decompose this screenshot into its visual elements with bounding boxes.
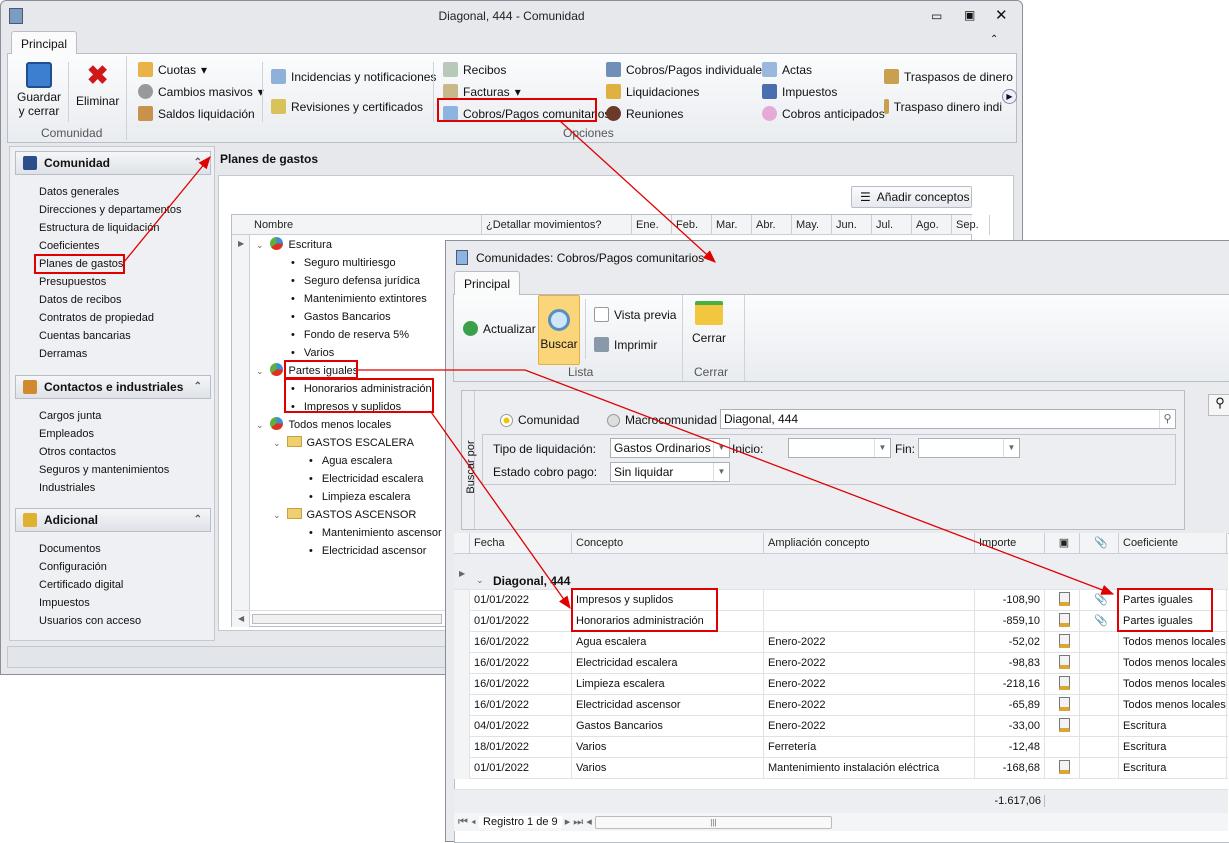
highlight-concepto-cells <box>571 588 718 632</box>
highlight-planes-gastos <box>34 254 125 274</box>
annotation-overlay <box>34 98 1213 632</box>
highlight-coeficiente-cells <box>1117 588 1213 632</box>
arrow-line <box>357 369 1115 595</box>
tab-principal[interactable]: Principal <box>454 271 521 295</box>
highlight-partes-iguales <box>284 360 358 379</box>
highlight-honorarios-impresos <box>284 378 434 413</box>
tab-principal[interactable]: Principal <box>11 31 78 54</box>
arrow-line <box>559 120 716 263</box>
arrow-line <box>123 155 211 263</box>
arrow-line <box>430 411 571 610</box>
highlight-cobros-comunitarios <box>437 98 597 122</box>
